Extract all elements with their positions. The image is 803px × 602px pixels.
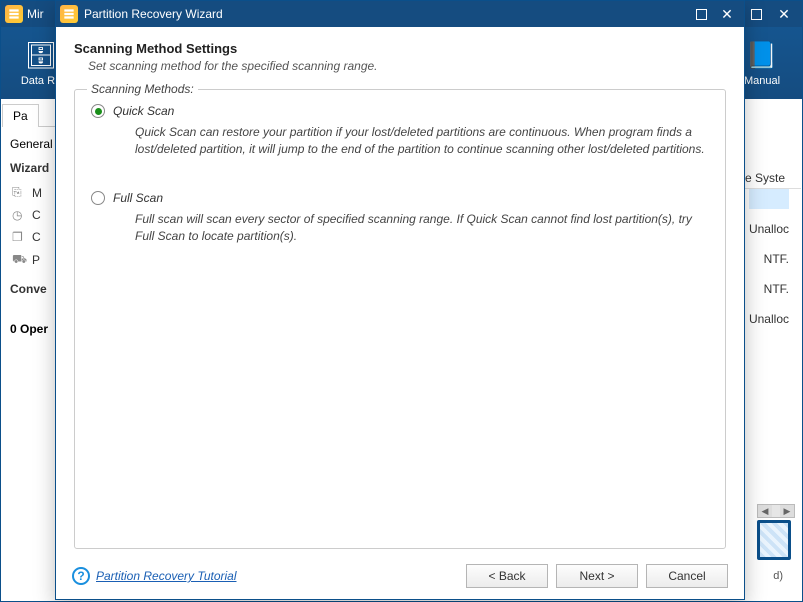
quick-scan-option: Quick Scan Quick Scan can restore your p… <box>91 104 709 159</box>
grid-body: Unalloc NTF. NTF. Unalloc <box>749 189 801 329</box>
main-window-title: Mir <box>27 7 44 21</box>
full-scan-option: Full Scan Full scan will scan every sect… <box>91 191 709 246</box>
sidebar-item-3-label: P <box>32 253 40 267</box>
sidebar-item-1-icon: ◷ <box>12 208 26 222</box>
hscrollbar[interactable]: ◀ ▶ <box>757 504 795 518</box>
sidebar-item-3-icon: ⛟ <box>12 252 26 268</box>
wizard-header-title: Scanning Method Settings <box>74 41 726 56</box>
scanning-methods-group: Scanning Methods: Quick Scan Quick Scan … <box>74 89 726 549</box>
grid-row-2[interactable]: NTF. <box>764 249 789 269</box>
help-icon: ? <box>72 567 90 585</box>
sidebar-item-2-label: C <box>32 230 41 244</box>
sidebar-item-2-icon: ❐ <box>12 230 26 244</box>
sidebar-item-0-icon: ⎘ <box>12 185 26 200</box>
back-button[interactable]: < Back <box>466 564 548 588</box>
main-restore-button[interactable] <box>742 4 770 24</box>
wizard-close-button[interactable]: ✕ <box>714 4 740 24</box>
wizard-header: Scanning Method Settings Set scanning me… <box>56 27 744 83</box>
full-scan-description: Full scan will scan every sector of spec… <box>135 211 709 246</box>
wizard-window-controls: ✕ <box>688 4 740 24</box>
grid-row-0[interactable] <box>749 189 789 209</box>
quick-scan-radio[interactable] <box>91 104 105 118</box>
wizard-restore-button[interactable] <box>688 4 714 24</box>
wizard-restore-icon <box>696 9 707 20</box>
wizard-title: Partition Recovery Wizard <box>84 7 223 21</box>
disk-legend: d) <box>773 570 783 582</box>
data-recovery-icon: 🗄 <box>24 40 57 71</box>
manual-icon: 📘 <box>746 40 778 71</box>
wizard-titlebar: Partition Recovery Wizard ✕ <box>56 1 744 27</box>
sidebar-item-0-label: M <box>32 186 42 200</box>
wizard-window: Partition Recovery Wizard ✕ Scanning Met… <box>55 0 745 600</box>
toolbar-manual-label: Manual <box>744 75 780 87</box>
wizard-app-icon <box>60 5 78 23</box>
scroll-track[interactable] <box>772 505 780 517</box>
help-link[interactable]: ? Partition Recovery Tutorial <box>72 567 237 585</box>
wizard-footer: ? Partition Recovery Tutorial < Back Nex… <box>56 553 744 599</box>
scroll-left-icon[interactable]: ◀ <box>758 505 772 517</box>
quick-scan-radio-row[interactable]: Quick Scan <box>91 104 709 118</box>
help-link-text: Partition Recovery Tutorial <box>96 569 237 583</box>
quick-scan-label: Quick Scan <box>113 104 174 118</box>
main-close-button[interactable]: ✕ <box>770 4 798 24</box>
scroll-right-icon[interactable]: ▶ <box>780 505 794 517</box>
wizard-header-subtitle: Set scanning method for the specified sc… <box>74 59 726 73</box>
full-scan-radio[interactable] <box>91 191 105 205</box>
wizard-body: Scanning Methods: Quick Scan Quick Scan … <box>56 83 744 553</box>
full-scan-label: Full Scan <box>113 191 163 205</box>
full-scan-radio-row[interactable]: Full Scan <box>91 191 709 205</box>
wizard-buttons: < Back Next > Cancel <box>466 564 728 588</box>
sidebar-item-1-label: C <box>32 208 41 222</box>
grid-row-4[interactable]: Unalloc <box>749 309 789 329</box>
disk-map[interactable] <box>757 520 791 560</box>
restore-icon <box>751 9 762 20</box>
grid-row-1[interactable]: Unalloc <box>749 219 789 239</box>
app-icon <box>5 5 23 23</box>
tab-partitions[interactable]: Pa <box>2 104 39 127</box>
quick-scan-description: Quick Scan can restore your partition if… <box>135 124 709 159</box>
grid-row-3[interactable]: NTF. <box>764 279 789 299</box>
cancel-button[interactable]: Cancel <box>646 564 728 588</box>
scanning-methods-legend: Scanning Methods: <box>87 82 198 96</box>
main-window-controls: ✕ <box>742 4 798 24</box>
next-button[interactable]: Next > <box>556 564 638 588</box>
